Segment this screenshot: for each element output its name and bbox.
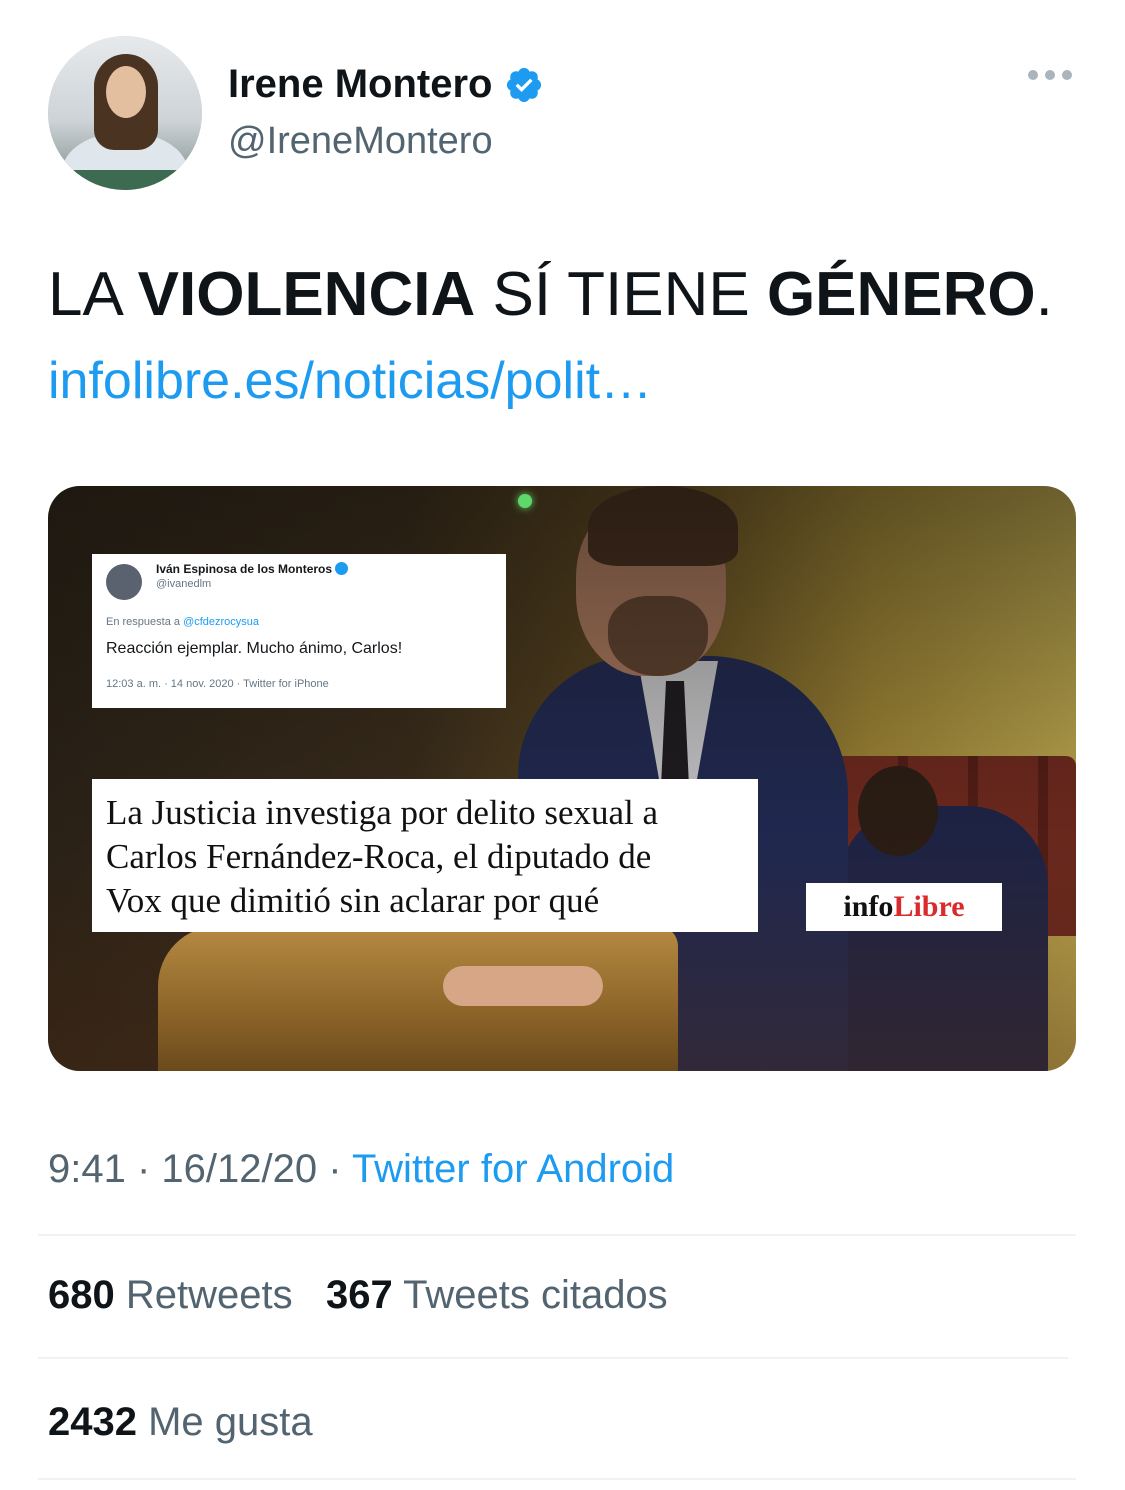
- author-name[interactable]: Irene Montero: [228, 62, 492, 107]
- embedded-handle: @ivanedlm: [156, 578, 212, 590]
- quotes-stat[interactable]: 367 Tweets citados: [326, 1273, 668, 1317]
- logo-part-1: info: [843, 890, 894, 923]
- headline-line: Vox que dimitió sin aclarar por qué: [106, 881, 600, 920]
- retweets-label: Retweets: [125, 1273, 293, 1317]
- divider: [38, 1234, 1076, 1236]
- embedded-meta: 12:03 a. m. · 14 nov. 2020 · Twitter for…: [106, 678, 329, 690]
- headline-line: La Justicia investiga por delito sexual …: [106, 793, 659, 832]
- divider: [38, 1357, 1068, 1359]
- infolibre-logo: infoLibre: [806, 883, 1002, 931]
- tweet-text-part: LA: [48, 260, 138, 329]
- tweet-time[interactable]: 9:41: [48, 1147, 126, 1191]
- embedded-tweet-card: Iván Espinosa de los Monteros @ivanedlm …: [92, 554, 506, 708]
- embedded-text: Reacción ejemplar. Mucho ánimo, Carlos!: [106, 640, 403, 657]
- retweet-stats-row: 680 Retweets 367 Tweets citados: [48, 1273, 668, 1318]
- media-headline: La Justicia investiga por delito sexual …: [92, 779, 758, 932]
- logo-part-2: Libre: [893, 890, 965, 923]
- embedded-verified-icon: [335, 562, 349, 575]
- tweet-text-part: SÍ TIENE: [475, 260, 767, 329]
- tweet-detail-view: Irene Montero @IreneMontero LA VIOLENCIA…: [0, 0, 1125, 1490]
- media-green-light: [518, 494, 532, 508]
- likes-label: Me gusta: [148, 1400, 313, 1444]
- author-avatar[interactable]: [48, 36, 202, 190]
- tweet-text-part: .: [1035, 260, 1053, 329]
- author-name-row[interactable]: Irene Montero: [228, 62, 544, 107]
- embedded-name: Iván Espinosa de los Monteros: [156, 562, 349, 576]
- tweet-timestamp: 9:41 · 16/12/20 · Twitter for Android: [48, 1147, 674, 1192]
- meta-separator: ·: [317, 1147, 352, 1191]
- media-hands: [443, 966, 603, 1006]
- verified-badge-icon: [507, 67, 542, 102]
- quotes-count: 367: [325, 1273, 393, 1317]
- more-dot: [1062, 70, 1072, 80]
- retweets-count: 680: [48, 1273, 115, 1317]
- tweet-date[interactable]: 16/12/20: [161, 1147, 317, 1191]
- embedded-reply-prefix: En respuesta a: [106, 616, 184, 628]
- headline-line: Carlos Fernández-Roca, el diputado de: [106, 837, 652, 876]
- more-options-icon[interactable]: [1028, 70, 1072, 80]
- tweet-source[interactable]: Twitter for Android: [352, 1147, 674, 1191]
- more-dot: [1045, 70, 1055, 80]
- tweet-text-bold: VIOLENCIA: [137, 260, 476, 329]
- meta-separator: ·: [125, 1147, 162, 1191]
- media-podium: [158, 926, 678, 1071]
- author-handle[interactable]: @IreneMontero: [228, 120, 493, 163]
- embedded-avatar: [106, 564, 142, 600]
- embedded-reply-to: @cfdezrocysua: [183, 616, 260, 628]
- divider: [38, 1478, 1076, 1480]
- tweet-media-image[interactable]: Iván Espinosa de los Monteros @ivanedlm …: [48, 486, 1076, 1071]
- embedded-reply-line: En respuesta a @cfdezrocysua: [106, 616, 259, 628]
- likes-count: 2432: [48, 1400, 137, 1444]
- more-dot: [1028, 70, 1038, 80]
- tweet-text-bold: GÉNERO: [766, 260, 1036, 329]
- tweet-link[interactable]: infolibre.es/noticias/polit…: [48, 348, 652, 414]
- likes-stats-row[interactable]: 2432 Me gusta: [48, 1400, 313, 1445]
- embedded-name-text: Iván Espinosa de los Monteros: [156, 562, 333, 576]
- retweets-stat[interactable]: 680 Retweets: [48, 1273, 293, 1317]
- quotes-label: Tweets citados: [403, 1273, 668, 1317]
- tweet-text: LA VIOLENCIA SÍ TIENE GÉNERO.: [48, 258, 1053, 332]
